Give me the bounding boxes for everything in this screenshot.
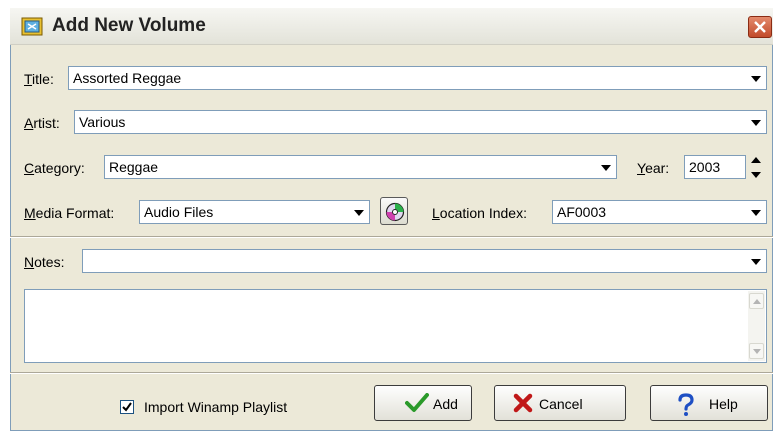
location-index-combo[interactable]: AF0003 [552,200,767,224]
year-value: 2003 [689,159,721,175]
import-playlist-checkbox[interactable] [120,400,134,414]
artist-label-hotkey: A [24,115,34,131]
location-index-dropdown-button[interactable] [746,202,765,222]
artist-label: Artist: [24,115,60,131]
year-label: Year: [637,160,669,176]
artist-label-text: rtist: [33,115,60,131]
title-label-text: itle: [32,71,54,87]
add-button-label: Add [433,396,458,412]
media-format-label: Media Format: [24,205,114,221]
add-button[interactable]: Add [374,385,472,421]
import-playlist-label[interactable]: Import Winamp Playlist [144,399,287,415]
category-label: Category: [24,160,85,176]
location-index-label-hotkey: L [432,205,440,221]
help-button[interactable]: Help [650,385,768,421]
category-label-hotkey: C [24,160,35,176]
media-format-value: Audio Files [144,204,214,220]
title-label: Title: [24,71,54,87]
book-icon [21,17,43,36]
notes-label-text: otes: [34,254,65,270]
location-index-value: AF0003 [557,204,607,220]
location-index-label: Location Index: [432,205,527,221]
title-label-hotkey: T [24,71,33,87]
cancel-button-label: Cancel [539,396,583,412]
separator [10,236,773,238]
notes-dropdown-button[interactable] [746,251,765,271]
location-index-label-text: ocation Index: [439,205,527,221]
year-spinner[interactable] [747,154,764,182]
cancel-button[interactable]: Cancel [494,385,626,421]
category-label-text: ategory: [34,160,85,176]
media-format-label-text: edia Format: [35,205,115,221]
question-icon [678,393,694,416]
artist-combo[interactable]: Various [74,110,767,134]
scroll-down-button[interactable] [749,343,764,359]
year-spin-down-button[interactable] [747,169,764,182]
notes-combo[interactable] [82,249,767,273]
scroll-up-button[interactable] [749,293,764,309]
media-format-combo[interactable]: Audio Files [139,200,370,224]
title-dropdown-button[interactable] [746,68,765,88]
artist-value: Various [79,114,126,130]
category-value: Reggae [109,159,159,175]
category-dropdown-button[interactable] [596,157,615,177]
window-title: Add New Volume [52,15,206,36]
help-button-label: Help [709,396,738,412]
title-combo[interactable]: Assorted Reggae [68,66,767,90]
title-bar[interactable]: Add New Volume [10,8,773,45]
notes-textarea[interactable] [24,289,767,363]
year-spin-up-button[interactable] [747,154,764,167]
media-format-label-hotkey: M [24,205,36,221]
cd-icon [385,202,405,222]
artist-dropdown-button[interactable] [746,112,765,132]
media-format-dropdown-button[interactable] [349,202,368,222]
notes-label-hotkey: N [24,254,35,270]
category-combo[interactable]: Reggae [104,155,617,179]
cd-button[interactable] [380,197,408,225]
notes-scrollbar[interactable] [748,291,765,361]
x-icon [513,393,533,413]
title-value: Assorted Reggae [73,70,182,86]
year-label-text: ear: [645,160,670,176]
checkmark-icon [122,402,132,412]
checkmark-icon [405,393,429,412]
year-input[interactable]: 2003 [684,155,746,179]
notes-label: Notes: [24,254,64,270]
close-icon [754,21,766,33]
year-label-hotkey: Y [637,160,646,176]
close-button[interactable] [748,16,772,38]
separator [10,372,773,374]
